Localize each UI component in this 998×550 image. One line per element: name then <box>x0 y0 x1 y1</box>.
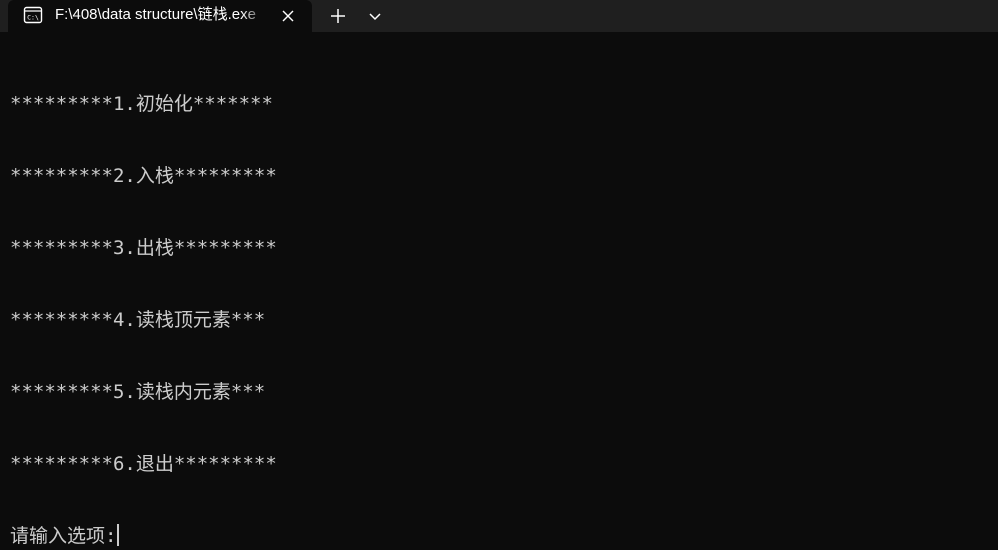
menu-line-3: *********3.出栈********* <box>10 237 277 259</box>
prompt-text: 请输入选项: <box>10 525 117 547</box>
close-icon[interactable] <box>278 6 298 26</box>
menu-line-5: *********5.读栈内元素*** <box>10 381 266 403</box>
terminal-output[interactable]: *********1.初始化******* *********2.入栈*****… <box>10 44 990 547</box>
tab-title: F:\408\data structure\链栈.exe <box>55 6 256 23</box>
menu-line-6: *********6.退出********* <box>10 453 277 475</box>
chevron-down-icon[interactable] <box>362 3 388 29</box>
tab-bar: C:\ F:\408\data structure\链栈.exe <box>0 0 998 32</box>
menu-line-4: *********4.读栈顶元素*** <box>10 309 266 331</box>
plus-icon[interactable] <box>325 3 351 29</box>
menu-line-2: *********2.入栈********* <box>10 165 277 187</box>
terminal-window: C:\ F:\408\data structure\链栈.exe *******… <box>0 0 998 550</box>
terminal-icon: C:\ <box>23 6 43 24</box>
text-cursor <box>117 524 120 546</box>
svg-text:C:\: C:\ <box>27 14 39 22</box>
menu-line-1: *********1.初始化******* <box>10 93 273 115</box>
prompt-line[interactable]: 请输入选项: <box>10 524 990 548</box>
tab-active[interactable]: C:\ F:\408\data structure\链栈.exe <box>8 0 312 32</box>
